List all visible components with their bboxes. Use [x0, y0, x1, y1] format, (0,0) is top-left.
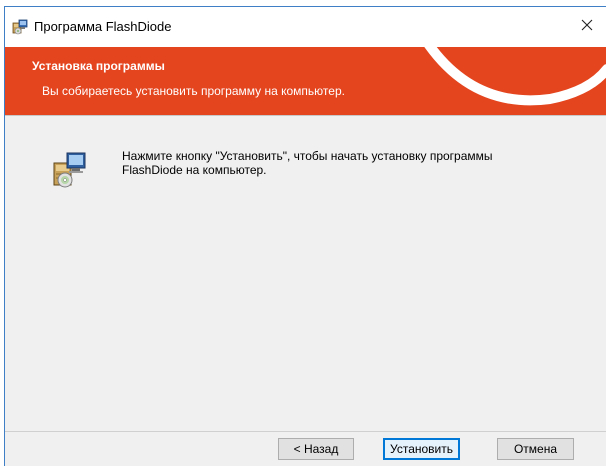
title-bar[interactable]: Программа FlashDiode [5, 7, 606, 47]
close-button[interactable] [567, 7, 606, 47]
installer-icon [12, 19, 28, 35]
banner-swoosh-graphic [424, 47, 606, 106]
banner-divider [5, 115, 606, 116]
back-button[interactable]: < Назад [278, 438, 354, 460]
banner-subtitle: Вы собираетесь установить программу на к… [42, 84, 345, 98]
window-title: Программа FlashDiode [34, 19, 172, 34]
instruction-line-1: Нажмите кнопку "Установить", чтобы начат… [122, 149, 493, 163]
banner-title: Установка программы [32, 59, 165, 73]
setup-package-icon [51, 151, 87, 189]
instruction-text: Нажмите кнопку "Установить", чтобы начат… [122, 149, 582, 177]
cancel-button[interactable]: Отмена [497, 438, 574, 460]
footer-divider [5, 431, 606, 432]
installer-window: Программа FlashDiode Установка программы… [4, 6, 606, 466]
close-icon [581, 18, 593, 36]
header-banner: Установка программы Вы собираетесь устан… [5, 47, 606, 115]
instruction-line-2: FlashDiode на компьютер. [122, 163, 267, 177]
install-button[interactable]: Установить [383, 438, 460, 460]
